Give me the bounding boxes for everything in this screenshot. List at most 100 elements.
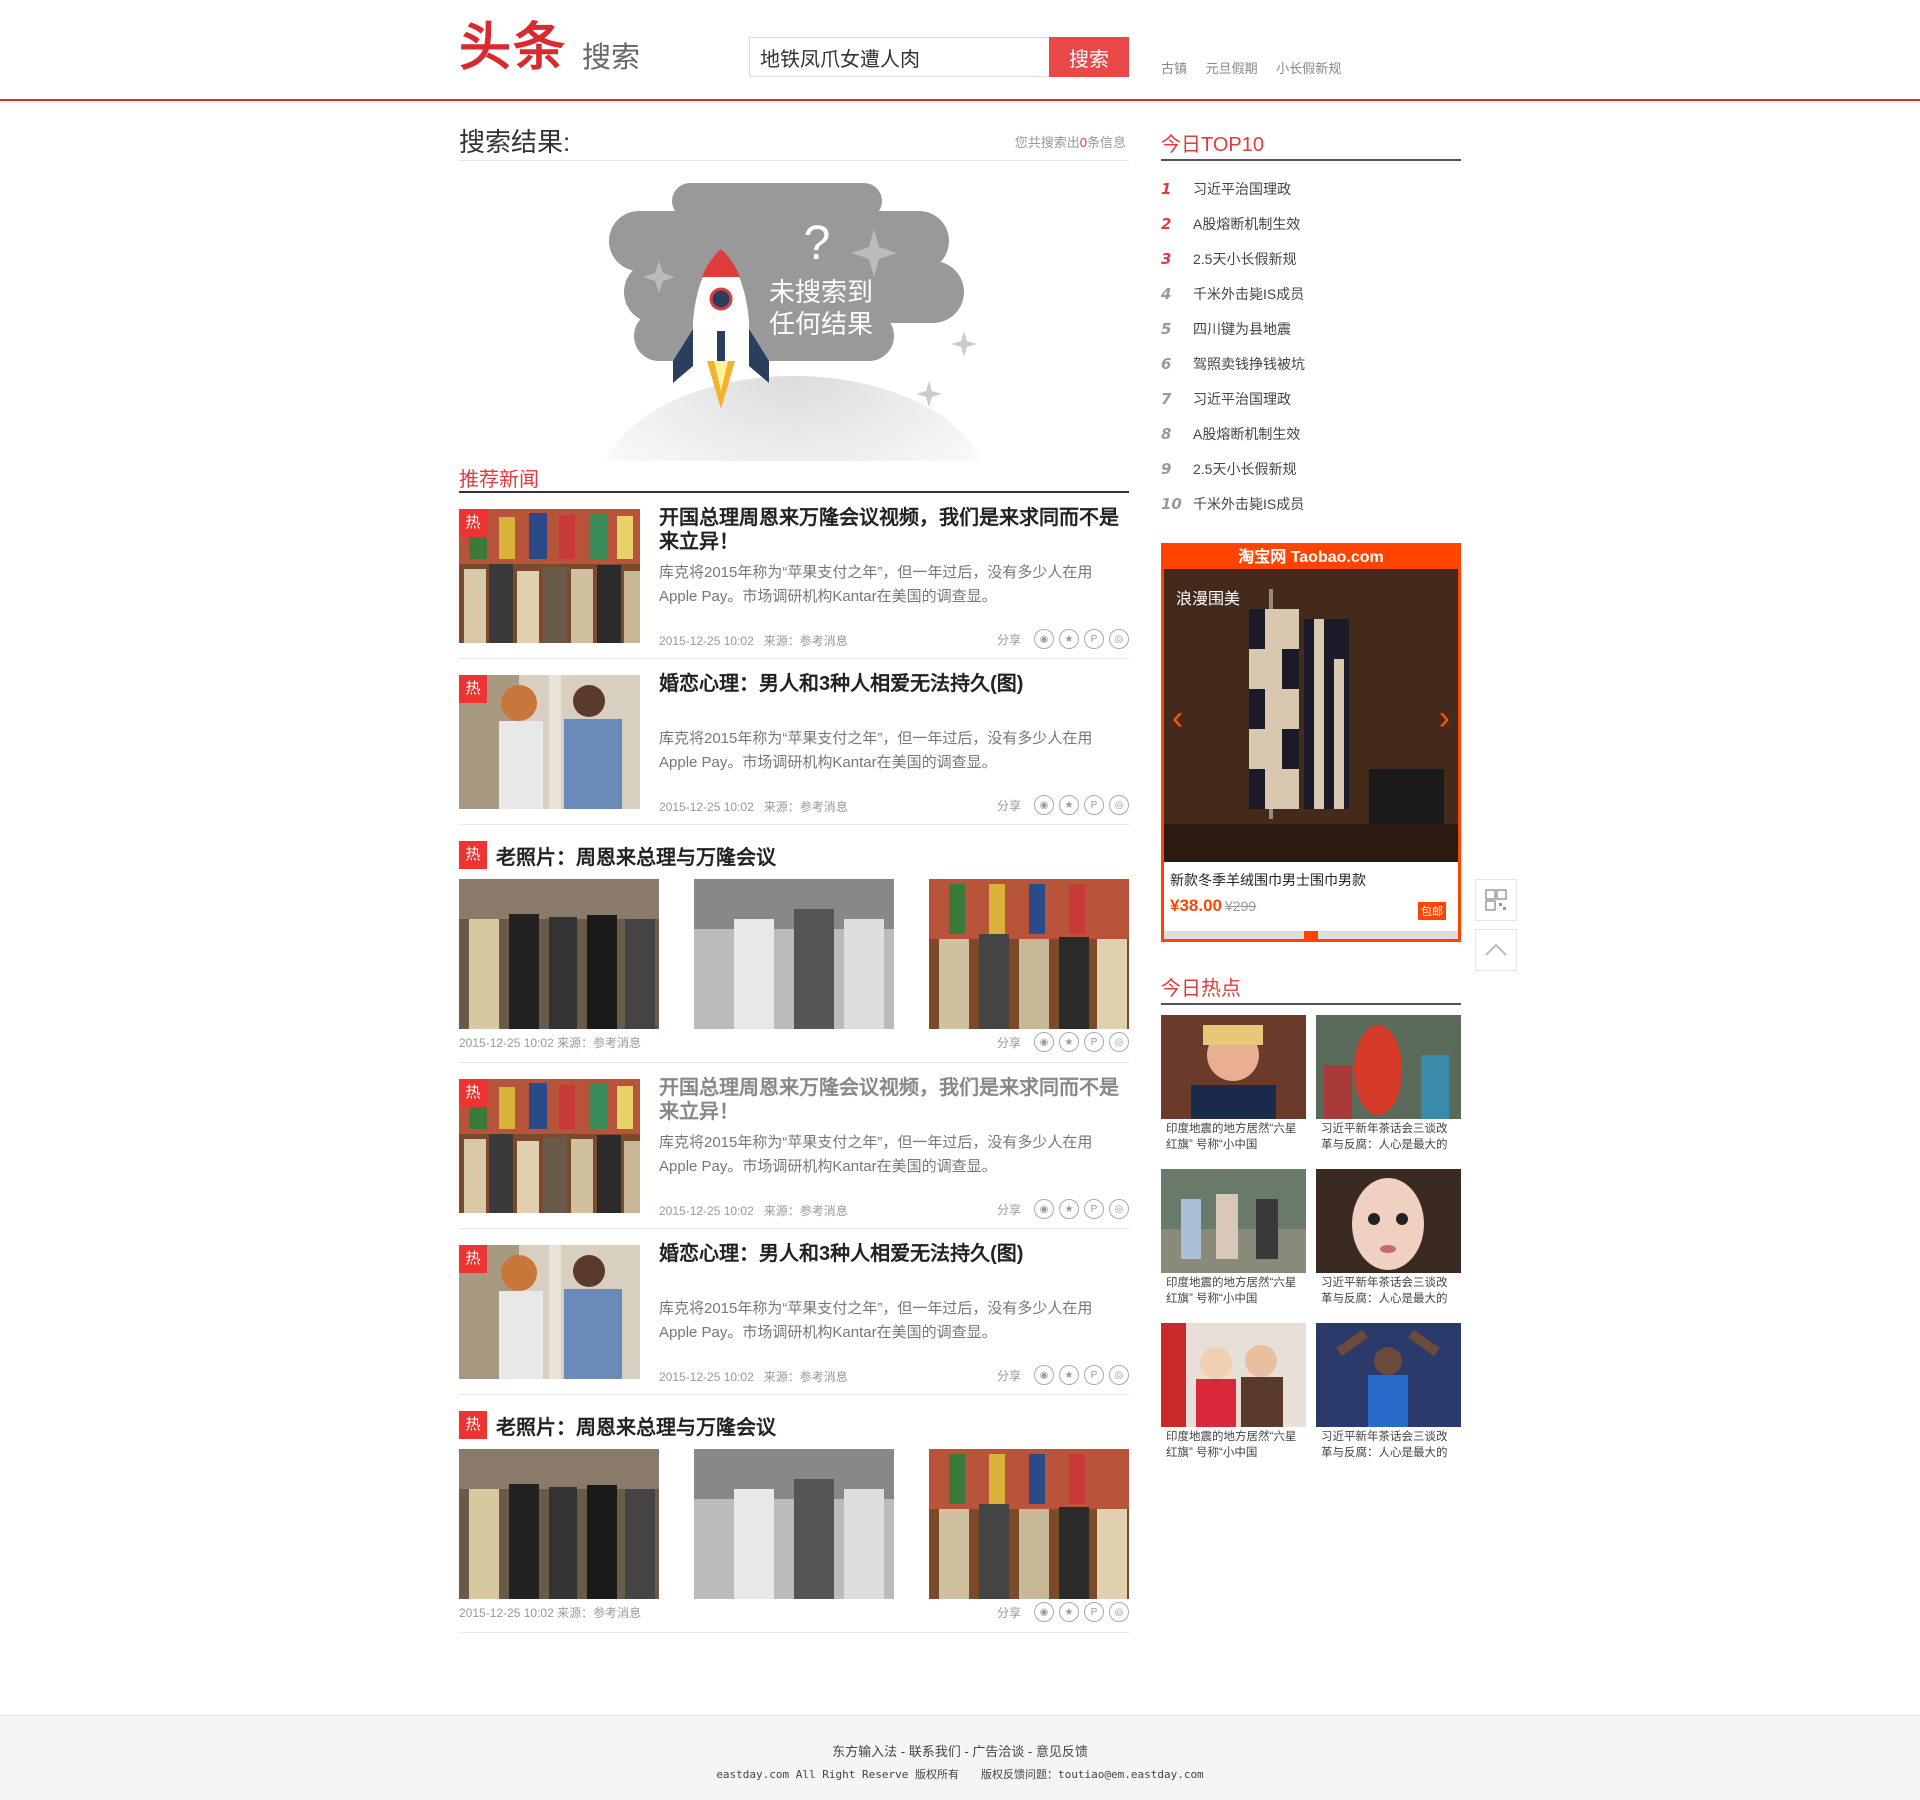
top10-item-text[interactable]: A股熔断机制生效: [1193, 424, 1300, 444]
photo-news-title[interactable]: 老照片：周恩来总理与万隆会议: [496, 841, 776, 870]
ad-image[interactable]: 浪漫围美 ‹ ›: [1164, 569, 1458, 862]
photo-thumbnail[interactable]: [459, 879, 659, 1029]
photo-thumbnail[interactable]: [929, 1449, 1129, 1599]
top10-item-text[interactable]: 驾照卖钱挣钱被坑: [1193, 354, 1305, 374]
pinterest-icon[interactable]: P: [1084, 1032, 1104, 1052]
weibo-icon[interactable]: ◉: [1034, 1365, 1054, 1385]
top10-item[interactable]: 2 A股熔断机制生效: [1161, 206, 1461, 241]
news-title[interactable]: 婚恋心理：男人和3种人相爱无法持久(图): [659, 672, 1129, 696]
top10-item[interactable]: 1 习近平治国理政: [1161, 171, 1461, 206]
ad-product-name[interactable]: 新款冬季羊绒围巾男士围巾男款: [1170, 870, 1366, 890]
news-item[interactable]: 热 开国总理周恩来万隆会议视频，我们是来求同而不是来立异！ 库克将2015年称为…: [459, 1063, 1129, 1229]
hot-card-image[interactable]: [1161, 1169, 1306, 1273]
footer-links[interactable]: 东方输入法 - 联系我们 - 广告洽谈 - 意见反馈: [0, 1741, 1920, 1760]
top10-item[interactable]: 3 2.5天小长假新规: [1161, 241, 1461, 276]
news-title[interactable]: 开国总理周恩来万隆会议视频，我们是来求同而不是来立异！: [659, 506, 1129, 554]
qzone-icon[interactable]: ★: [1059, 795, 1079, 815]
hot-card-caption[interactable]: 习近平新年茶话会三谈改革与反腐：人心是最大的: [1316, 1273, 1461, 1309]
news-thumbnail[interactable]: 热: [459, 675, 640, 809]
qzone-icon[interactable]: ★: [1059, 629, 1079, 649]
photo-news-title-row: 热 老照片：周恩来总理与万隆会议: [459, 1411, 776, 1439]
carousel-prev-icon[interactable]: ‹: [1172, 699, 1183, 738]
logo[interactable]: 头条: [459, 18, 567, 78]
qzone-icon[interactable]: ★: [1059, 1602, 1079, 1622]
taobao-ad[interactable]: 淘宝网 Taobao.com 浪漫围美 ‹ › 新款冬季羊绒围巾男士围巾男款 ¥…: [1161, 543, 1461, 942]
hot-card-image[interactable]: [1316, 1169, 1461, 1273]
back-to-top-button[interactable]: [1475, 929, 1517, 971]
photo-thumbnail[interactable]: [694, 879, 894, 1029]
hot-card-caption[interactable]: 印度地震的地方居然“六星红旗” 号称“小中国: [1161, 1427, 1306, 1463]
news-thumbnail[interactable]: 热: [459, 1245, 640, 1379]
top10-item-text[interactable]: 千米外击毙IS成员: [1193, 494, 1304, 514]
hot-card[interactable]: 印度地震的地方居然“六星红旗” 号称“小中国: [1161, 1323, 1306, 1465]
hot-word-link[interactable]: 元旦假期: [1206, 61, 1258, 76]
top10-item[interactable]: 7 习近平治国理政: [1161, 381, 1461, 416]
hot-card-image[interactable]: [1161, 1323, 1306, 1427]
hot-card[interactable]: 习近平新年茶话会三谈改革与反腐：人心是最大的: [1316, 1169, 1461, 1311]
top10-item[interactable]: 8 A股熔断机制生效: [1161, 416, 1461, 451]
photo-thumbnail[interactable]: [694, 1449, 894, 1599]
news-item[interactable]: 热 婚恋心理：男人和3种人相爱无法持久(图) 库克将2015年称为“苹果支付之年…: [459, 1229, 1129, 1395]
hot-word-link[interactable]: 小长假新规: [1276, 61, 1341, 76]
weibo-icon[interactable]: ◉: [1034, 1199, 1054, 1219]
photo-thumbnail[interactable]: [459, 1449, 659, 1599]
wechat-icon[interactable]: ◎: [1109, 1365, 1129, 1385]
top10-item-text[interactable]: 习近平治国理政: [1193, 389, 1291, 409]
search-input[interactable]: [749, 37, 1050, 77]
photo-news-title[interactable]: 老照片：周恩来总理与万隆会议: [496, 1411, 776, 1440]
top10-item-text[interactable]: 2.5天小长假新规: [1193, 249, 1296, 269]
wechat-icon[interactable]: ◎: [1109, 795, 1129, 815]
hot-card[interactable]: 印度地震的地方居然“六星红旗” 号称“小中国: [1161, 1015, 1306, 1157]
hot-card-caption[interactable]: 习近平新年茶话会三谈改革与反腐：人心是最大的: [1316, 1427, 1461, 1463]
news-thumbnail[interactable]: 热: [459, 1079, 640, 1213]
carousel-next-icon[interactable]: ›: [1439, 699, 1450, 738]
hot-card-image[interactable]: [1161, 1015, 1306, 1119]
qzone-icon[interactable]: ★: [1059, 1365, 1079, 1385]
hot-card-caption[interactable]: 印度地震的地方居然“六星红旗” 号称“小中国: [1161, 1119, 1306, 1155]
wechat-icon[interactable]: ◎: [1109, 1199, 1129, 1219]
hot-card-caption[interactable]: 习近平新年茶话会三谈改革与反腐：人心是最大的: [1316, 1119, 1461, 1155]
news-thumbnail[interactable]: 热: [459, 509, 640, 643]
hot-card[interactable]: 印度地震的地方居然“六星红旗” 号称“小中国: [1161, 1169, 1306, 1311]
hot-card-image[interactable]: [1316, 1323, 1461, 1427]
top10-item-text[interactable]: 习近平治国理政: [1193, 179, 1291, 199]
news-item[interactable]: 热 婚恋心理：男人和3种人相爱无法持久(图) 库克将2015年称为“苹果支付之年…: [459, 659, 1129, 825]
pinterest-icon[interactable]: P: [1084, 795, 1104, 815]
weibo-icon[interactable]: ◉: [1034, 1602, 1054, 1622]
qzone-icon[interactable]: ★: [1059, 1032, 1079, 1052]
photo-news-item[interactable]: 热 老照片：周恩来总理与万隆会议 2015-12-25 10:02 来源：参考消…: [459, 1395, 1129, 1633]
hot-card-image[interactable]: [1316, 1015, 1461, 1119]
pinterest-icon[interactable]: P: [1084, 1365, 1104, 1385]
wechat-icon[interactable]: ◎: [1109, 1032, 1129, 1052]
top10-item[interactable]: 10 千米外击毙IS成员: [1161, 486, 1461, 521]
top10-item-text[interactable]: A股熔断机制生效: [1193, 214, 1300, 234]
hot-card[interactable]: 习近平新年茶话会三谈改革与反腐：人心是最大的: [1316, 1323, 1461, 1465]
carousel-indicator[interactable]: [1164, 931, 1458, 939]
search-button[interactable]: 搜索: [1049, 37, 1129, 77]
top10-item-text[interactable]: 2.5天小长假新规: [1193, 459, 1296, 479]
weibo-icon[interactable]: ◉: [1034, 629, 1054, 649]
weibo-icon[interactable]: ◉: [1034, 1032, 1054, 1052]
top10-item[interactable]: 9 2.5天小长假新规: [1161, 451, 1461, 486]
hot-card[interactable]: 习近平新年茶话会三谈改革与反腐：人心是最大的: [1316, 1015, 1461, 1157]
hot-card-caption[interactable]: 印度地震的地方居然“六星红旗” 号称“小中国: [1161, 1273, 1306, 1309]
top10-item[interactable]: 5 四川键为县地震: [1161, 311, 1461, 346]
news-item[interactable]: 热 开国总理周恩来万隆会议视频，我们是来求同而不是来立异！ 库克将2015年称为…: [459, 493, 1129, 659]
top10-item-text[interactable]: 四川键为县地震: [1193, 319, 1291, 339]
top10-item[interactable]: 6 驾照卖钱挣钱被坑: [1161, 346, 1461, 381]
photo-news-item[interactable]: 热 老照片：周恩来总理与万隆会议 2015-12-25 10:02 来源：参考消…: [459, 825, 1129, 1063]
wechat-icon[interactable]: ◎: [1109, 1602, 1129, 1622]
pinterest-icon[interactable]: P: [1084, 629, 1104, 649]
weibo-icon[interactable]: ◉: [1034, 795, 1054, 815]
top10-item-text[interactable]: 千米外击毙IS成员: [1193, 284, 1304, 304]
news-title[interactable]: 婚恋心理：男人和3种人相爱无法持久(图): [659, 1242, 1129, 1266]
wechat-icon[interactable]: ◎: [1109, 629, 1129, 649]
news-title[interactable]: 开国总理周恩来万隆会议视频，我们是来求同而不是来立异！: [659, 1076, 1129, 1124]
top10-item[interactable]: 4 千米外击毙IS成员: [1161, 276, 1461, 311]
qrcode-button[interactable]: [1475, 879, 1517, 921]
pinterest-icon[interactable]: P: [1084, 1602, 1104, 1622]
qzone-icon[interactable]: ★: [1059, 1199, 1079, 1219]
pinterest-icon[interactable]: P: [1084, 1199, 1104, 1219]
hot-word-link[interactable]: 古镇: [1161, 61, 1187, 76]
photo-thumbnail[interactable]: [929, 879, 1129, 1029]
